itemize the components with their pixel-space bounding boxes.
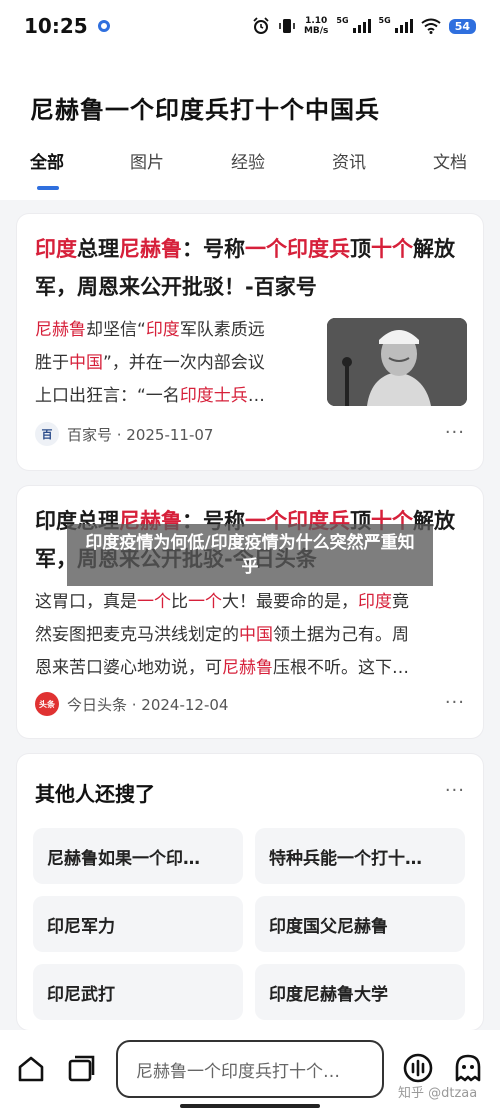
tab-bar: 全部 图片 经验 资讯 文档 [0, 148, 500, 188]
alarm-icon [253, 17, 269, 34]
highlighted-keyword: 印度 [35, 237, 77, 261]
result-snippet: 尼赫鲁却坚信“印度军队素质远 胜于中国”，并在一次内部会议 上口出狂言：“一名印… [35, 314, 320, 413]
related-search-item[interactable]: 印度尼赫鲁大学 [255, 964, 465, 1020]
snippet-line: 胜于中国”，并在一次内部会议 [35, 347, 320, 380]
related-search-item[interactable]: 印度国父尼赫鲁 [255, 896, 465, 952]
highlighted-keyword: 印度士兵 [179, 386, 248, 406]
wifi-icon [421, 18, 441, 34]
signal-bars-2-icon [394, 19, 413, 33]
snippet-line: 尼赫鲁却坚信“印度军队素质远 [35, 314, 320, 347]
related-searches-title: 其他人还搜了 [35, 782, 155, 806]
home-indicator [180, 1104, 320, 1108]
sim1-label: 5G [336, 16, 349, 25]
highlighted-keyword: 尼赫鲁 [35, 320, 86, 340]
text-segment: ：号称 [182, 237, 245, 261]
snippet-line: 然妄图把麦克马洪线划定的中国领土据为己有。周 [35, 619, 467, 652]
watermark: 知乎 @dtzaa [398, 1086, 478, 1101]
related-search-item[interactable]: 印尼军力 [33, 896, 243, 952]
text-segment: 胜于 [35, 353, 69, 373]
sim2-label: 5G [378, 16, 391, 25]
highlighted-keyword: 中国 [239, 625, 273, 645]
result-snippet: 这胃口，真是一个比一个大！最要命的是，印度竟 然妄图把麦克马洪线划定的中国领土据… [35, 586, 467, 685]
result-meta: 百 百家号 · 2025-11-07 [35, 422, 213, 446]
status-bar: 10:25 1.10 MB/s 5G 5G 54 [0, 0, 500, 52]
tab-all[interactable]: 全部 [30, 148, 64, 173]
highlighted-keyword: 印度 [358, 592, 392, 612]
highlighted-keyword: 尼赫鲁 [119, 237, 182, 261]
text-segment: 大！最要命的是， [222, 592, 358, 612]
highlighted-keyword: 一个 [188, 592, 222, 612]
text-segment: 压根不听。这下… [273, 658, 409, 678]
snippet-line: 上口出狂言：“一名印度士兵… [35, 380, 320, 413]
tab-news[interactable]: 资讯 [332, 148, 366, 173]
snippet-line: 恩来苦口婆心地劝说，可尼赫鲁压根不听。这下… [35, 652, 467, 685]
text-segment: 竟 [392, 592, 409, 612]
highlighted-keyword: 尼赫鲁 [222, 658, 273, 678]
result-thumbnail[interactable] [327, 318, 467, 406]
highlighted-keyword: 一个 [137, 592, 171, 612]
highlighted-keyword: 印度 [145, 320, 180, 340]
network-speed-unit: MB/s [303, 26, 329, 36]
result-source: 今日头条 · 2024-12-04 [67, 695, 229, 714]
portrait-photo-icon [327, 318, 467, 406]
baijiahao-logo-icon: 百 [35, 422, 59, 446]
active-tab-indicator [37, 186, 59, 190]
result-meta: 头条 今日头条 · 2024-12-04 [35, 692, 228, 716]
text-segment: 总理 [77, 237, 119, 261]
related-search-item[interactable]: 尼赫鲁如果一个印… [33, 828, 243, 884]
text-segment: 比 [171, 592, 188, 612]
text-segment: 领土据为己有。周 [273, 625, 409, 645]
home-icon[interactable] [16, 1054, 46, 1084]
caption-overlay: 印度疫情为何低/印度疫情为什么突然严重知乎 [67, 524, 433, 586]
toutiao-logo-icon: 头条 [35, 692, 59, 716]
tab-documents[interactable]: 文档 [433, 148, 467, 173]
search-input[interactable]: 尼赫鲁一个印度兵打十个… [116, 1040, 384, 1098]
network-speed: 1.10 MB/s [304, 16, 328, 36]
more-options-button[interactable]: ··· [445, 422, 465, 443]
snippet-line: 这胃口，真是一个比一个大！最要命的是，印度竟 [35, 586, 467, 619]
tabs-icon[interactable] [66, 1054, 96, 1084]
text-segment: 上口出狂言：“一名 [35, 386, 180, 406]
text-segment: 恩来苦口婆心地劝说，可 [35, 658, 222, 678]
text-segment: 这胃口，真是 [35, 592, 137, 612]
status-time: 10:25 [24, 14, 88, 38]
search-result-card[interactable]: 印度总理尼赫鲁：号称一个印度兵顶十个解放军，周恩来公开批驳！-百家号 尼赫鲁却坚… [17, 214, 483, 470]
result-source: 百家号 · 2025-11-07 [67, 425, 214, 444]
voice-assistant-icon[interactable] [402, 1052, 434, 1084]
search-query-text: 尼赫鲁一个印度兵打十个… [136, 1061, 340, 1082]
ghost-profile-icon[interactable] [452, 1052, 484, 1084]
more-options-button[interactable]: ··· [445, 780, 465, 801]
more-options-button[interactable]: ··· [445, 692, 465, 713]
text-segment: ”，并在一次内部会议 [103, 353, 265, 373]
text-segment: 军队素质远 [179, 320, 265, 340]
battery-indicator: 54 [448, 18, 476, 34]
tab-images[interactable]: 图片 [130, 148, 164, 173]
network-speed-value: 1.10 [305, 16, 328, 26]
text-segment: 然妄图把麦克马洪线划定的 [35, 625, 239, 645]
vibrate-icon [279, 19, 295, 33]
highlighted-keyword: 中国 [69, 353, 103, 373]
highlighted-keyword: 一个印度兵 [245, 237, 350, 261]
related-search-item[interactable]: 特种兵能一个打十… [255, 828, 465, 884]
text-segment: 却坚信“ [86, 320, 146, 340]
text-segment: … [247, 386, 265, 406]
highlighted-keyword: 十个 [371, 237, 413, 261]
signal-bars-icon [352, 19, 371, 33]
related-search-item[interactable]: 印尼武打 [33, 964, 243, 1020]
result-title[interactable]: 印度总理尼赫鲁：号称一个印度兵顶十个解放军，周恩来公开批驳！-百家号 [35, 230, 465, 306]
search-header: 尼赫鲁一个印度兵打十个中国兵 全部 图片 经验 资讯 文档 [0, 52, 500, 200]
tab-experience[interactable]: 经验 [231, 148, 265, 173]
notification-dot-icon [97, 20, 110, 32]
text-segment: 顶 [350, 237, 371, 261]
page-title: 尼赫鲁一个印度兵打十个中国兵 [30, 96, 380, 124]
related-searches-card: 其他人还搜了 ··· 尼赫鲁如果一个印… 特种兵能一个打十… 印尼军力 印度国父… [17, 754, 483, 1030]
status-icons: 1.10 MB/s 5G 5G 54 [252, 16, 476, 36]
